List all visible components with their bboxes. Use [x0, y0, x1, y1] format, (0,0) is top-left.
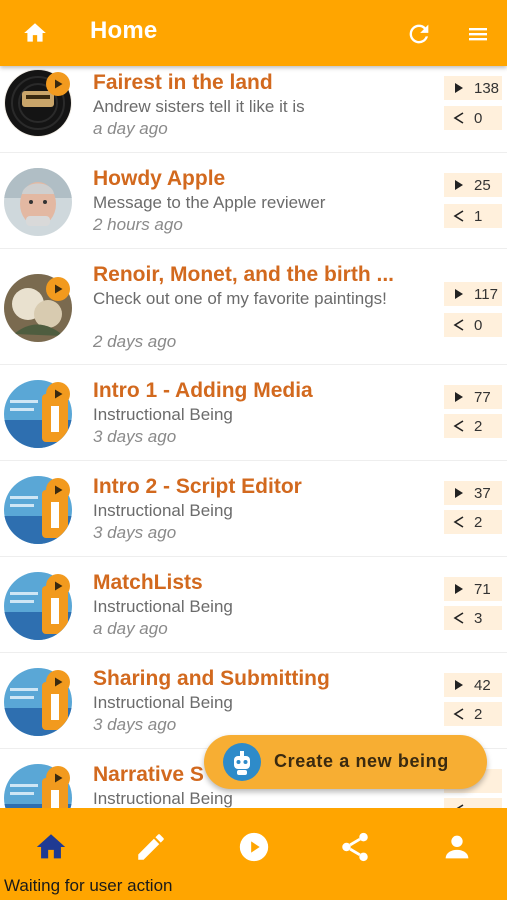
list-item[interactable]: Fairest in the land Andrew sisters tell … — [0, 66, 507, 153]
share-count: 2 — [444, 510, 502, 534]
play-count: 25 — [444, 173, 502, 197]
share-icon — [453, 420, 464, 432]
item-subtitle: Check out one of my favorite paintings! — [93, 289, 387, 308]
item-title: Narrative S — [93, 763, 204, 786]
share-icon — [453, 516, 464, 528]
play-badge-icon — [46, 766, 70, 790]
play-count: 77 — [444, 385, 502, 409]
item-time: 2 hours ago — [93, 215, 183, 234]
item-subtitle: Instructional Being — [93, 597, 233, 616]
item-title: Intro 2 - Script Editor — [93, 475, 302, 498]
list-item[interactable]: Intro 1 - Adding Media Instructional Bei… — [0, 365, 507, 461]
share-icon — [453, 112, 464, 124]
robot-icon — [223, 743, 261, 781]
create-being-label: Create a new being — [274, 751, 449, 771]
home-icon[interactable] — [34, 830, 68, 864]
share-count: 3 — [444, 606, 502, 630]
item-title: MatchLists — [93, 571, 203, 594]
list-item[interactable]: Renoir, Monet, and the birth ... Check o… — [0, 249, 507, 365]
item-time: a day ago — [93, 619, 168, 638]
share-icon — [453, 210, 464, 222]
play-badge-icon — [46, 72, 70, 96]
play-icon — [455, 289, 463, 299]
list-item[interactable]: Howdy Apple Message to the Apple reviewe… — [0, 153, 507, 249]
play-count: 42 — [444, 673, 502, 697]
item-subtitle: Instructional Being — [93, 501, 233, 520]
play-icon[interactable] — [237, 830, 271, 864]
list-item[interactable]: MatchLists Instructional Being a day ago… — [0, 557, 507, 653]
item-time: 2 days ago — [93, 332, 177, 351]
item-title: Intro 1 - Adding Media — [93, 379, 313, 402]
share-icon[interactable] — [338, 830, 372, 864]
status-message: Waiting for user action — [4, 876, 173, 895]
avatar — [4, 168, 72, 236]
item-subtitle: Message to the Apple reviewer — [93, 193, 326, 212]
app-bar: Home — [0, 0, 507, 66]
share-count: 2 — [444, 414, 502, 438]
item-time: 3 days ago — [93, 523, 177, 542]
item-time: 3 days ago — [93, 427, 177, 446]
list-item[interactable]: Intro 2 - Script Editor Instructional Be… — [0, 461, 507, 557]
play-badge-icon — [46, 277, 70, 301]
play-icon — [455, 180, 463, 190]
share-icon — [453, 708, 464, 720]
share-count: 1 — [444, 204, 502, 228]
item-time: 3 days ago — [93, 715, 177, 734]
item-subtitle: Instructional Being — [93, 405, 233, 424]
play-icon — [455, 392, 463, 402]
item-subtitle: Instructional Being — [93, 789, 233, 808]
edit-icon[interactable] — [134, 830, 168, 864]
item-title: Howdy Apple — [93, 167, 226, 190]
beings-list[interactable]: Fairest in the land Andrew sisters tell … — [0, 66, 507, 808]
play-badge-icon — [46, 478, 70, 502]
share-icon — [453, 319, 464, 331]
play-icon — [455, 488, 463, 498]
play-badge-icon — [46, 382, 70, 406]
menu-icon[interactable] — [465, 22, 491, 46]
item-title: Sharing and Submitting — [93, 667, 330, 690]
item-title: Renoir, Monet, and the birth ... — [93, 263, 395, 286]
item-time: a day ago — [93, 119, 168, 138]
share-count: 2 — [444, 702, 502, 726]
create-being-button[interactable]: Create a new being — [204, 735, 487, 789]
play-count: 37 — [444, 481, 502, 505]
person-icon[interactable] — [440, 830, 474, 864]
play-badge-icon — [46, 574, 70, 598]
item-subtitle: Andrew sisters tell it like it is — [93, 97, 305, 116]
play-count: 117 — [444, 282, 502, 306]
play-count: 138 — [444, 76, 502, 100]
share-count: 0 — [444, 106, 502, 130]
item-subtitle: Instructional Being — [93, 693, 233, 712]
play-count: 71 — [444, 577, 502, 601]
page-title: Home — [90, 17, 158, 44]
play-badge-icon — [46, 670, 70, 694]
share-icon — [453, 612, 464, 624]
play-icon — [455, 584, 463, 594]
item-title: Fairest in the land — [93, 71, 273, 94]
refresh-icon[interactable] — [405, 20, 433, 48]
play-icon — [455, 680, 463, 690]
home-icon[interactable] — [21, 20, 49, 46]
share-count: 0 — [444, 313, 502, 337]
play-icon — [455, 83, 463, 93]
share-count — [444, 798, 502, 808]
